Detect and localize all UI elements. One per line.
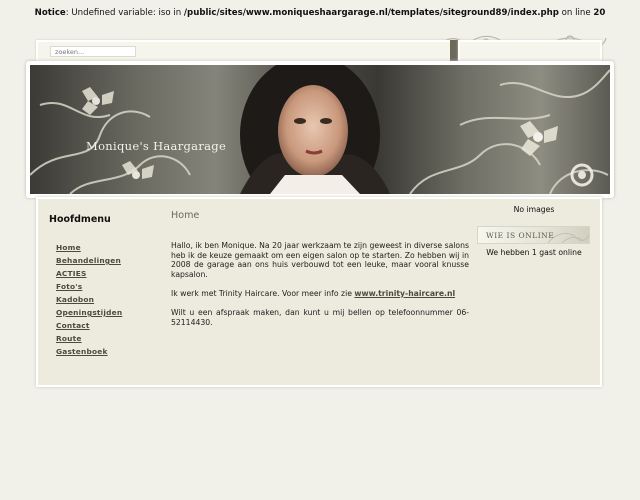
article-heading: Home xyxy=(171,210,200,221)
notice-line-number: 20 xyxy=(593,8,606,18)
right-column: No images WIE IS ONLINE We hebben 1 gast… xyxy=(477,205,591,257)
menu-link-gastenboek[interactable]: Gastenboek xyxy=(56,347,108,356)
menu-item-behandelingen: Behandelingen xyxy=(56,248,122,265)
article-content: Home Hallo, ik ben Monique. Na 20 jaar w… xyxy=(171,210,469,337)
article-paragraph-phone: Wilt u een afspraak maken, dan kunt u mi… xyxy=(171,308,469,327)
menu-item-kadobon: Kadobon xyxy=(56,287,122,304)
article-paragraph-intro: Hallo, ik ben Monique. Na 20 jaar werkza… xyxy=(171,241,469,279)
trinity-text: Ik werk met Trinity Haircare. Voor meer … xyxy=(171,288,355,298)
notice-line-text: on line xyxy=(558,8,594,18)
main-menu: Home Behandelingen ACTIES Foto's Kadobon… xyxy=(56,235,122,356)
header-banner xyxy=(30,65,610,194)
trinity-link[interactable]: www.trinity-haircare.nl xyxy=(354,289,455,298)
main-menu-title: Hoofdmenu xyxy=(49,214,111,225)
banner-artwork xyxy=(30,65,610,194)
menu-item-home: Home xyxy=(56,235,122,252)
php-notice: Notice: Undefined variable: iso in /publ… xyxy=(0,8,640,18)
no-images-text: No images xyxy=(513,205,555,214)
article-paragraph-trinity: Ik werk met Trinity Haircare. Voor meer … xyxy=(171,289,469,299)
notice-label: Notice xyxy=(34,8,66,18)
menu-item-gastenboek: Gastenboek xyxy=(56,339,122,356)
notice-path: /public/sites/www.moniqueshaargarage.nl/… xyxy=(183,8,559,18)
menu-item-fotos: Foto's xyxy=(56,274,122,291)
who-is-online-header: WIE IS ONLINE xyxy=(477,226,590,244)
menu-item-openingstijden: Openingstijden xyxy=(56,300,122,317)
who-is-online-label: WIE IS ONLINE xyxy=(486,231,555,240)
notice-text: : Undefined variable: iso in xyxy=(65,8,184,18)
site-title: Monique's Haargarage xyxy=(86,139,227,153)
search-input[interactable] xyxy=(50,46,136,57)
online-count-text: We hebben 1 gast online xyxy=(486,248,582,257)
top-bar-right xyxy=(458,40,602,62)
